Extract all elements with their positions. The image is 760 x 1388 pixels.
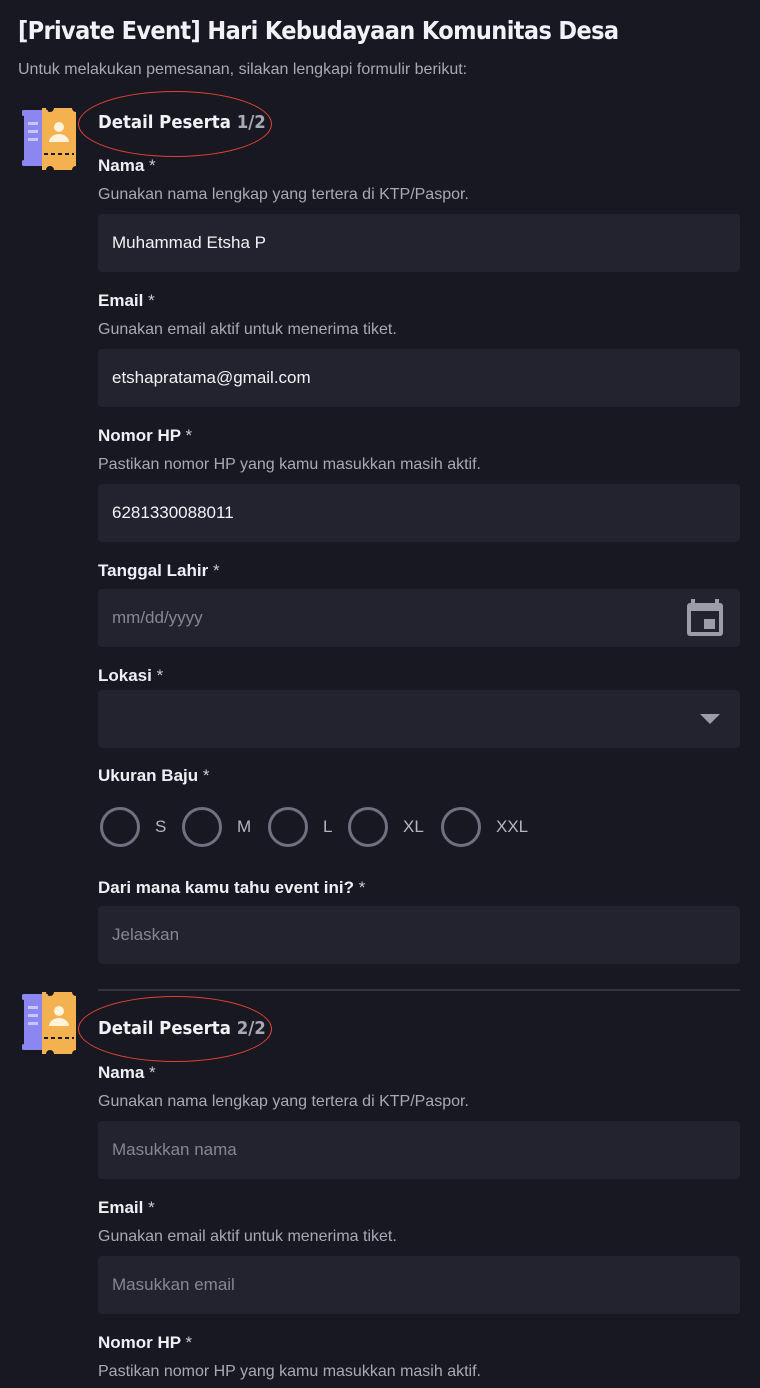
- required-mark: *: [148, 291, 155, 310]
- phone-label-text: Nomor HP: [98, 1333, 181, 1352]
- page-title: [Private Event] Hari Kebudayaan Komunita…: [18, 16, 619, 45]
- source-input[interactable]: Jelaskan: [98, 906, 740, 964]
- required-mark: *: [212, 561, 220, 580]
- name-input[interactable]: Muhammad Etsha P: [98, 214, 740, 272]
- calendar-icon[interactable]: [686, 597, 724, 637]
- annotation-circle: [78, 996, 272, 1062]
- name-hint: Gunakan nama lengkap yang tertera di KTP…: [98, 186, 469, 203]
- phone-input[interactable]: 6281330088011: [98, 484, 740, 542]
- email-label-text: Email: [98, 291, 144, 310]
- radio-circle[interactable]: [441, 807, 481, 847]
- email-input[interactable]: etshapratama@gmail.com: [98, 349, 740, 407]
- radio-label: XL: [403, 817, 424, 836]
- phone-hint: Pastikan nomor HP yang kamu masukkan mas…: [98, 456, 481, 473]
- name-label-text: Nama: [98, 156, 145, 175]
- birthdate-input[interactable]: mm/dd/yyyy: [98, 589, 740, 647]
- source-placeholder: Jelaskan: [112, 925, 180, 944]
- location-label: Lokasi *: [98, 666, 163, 686]
- required-mark: *: [149, 156, 156, 175]
- source-label: Dari mana kamu tahu event ini? *: [98, 878, 365, 898]
- dropdown-arrow-icon: [700, 714, 720, 724]
- email-label-text: Email: [98, 1198, 144, 1217]
- email-label: Email *: [98, 291, 155, 311]
- ticket-icon: [22, 992, 76, 1054]
- location-select[interactable]: [98, 690, 740, 748]
- name-placeholder: Masukkan nama: [112, 1140, 237, 1159]
- required-mark: *: [148, 1198, 155, 1217]
- radio-circle[interactable]: [268, 807, 308, 847]
- shirt-size-label-text: Ukuran Baju: [98, 766, 199, 785]
- source-label-text: Dari mana kamu tahu event ini?: [98, 878, 355, 897]
- email-label: Email *: [98, 1198, 155, 1218]
- annotation-circle: [78, 91, 272, 157]
- radio-circle[interactable]: [100, 807, 140, 847]
- required-mark: *: [202, 766, 210, 785]
- name-label: Nama *: [98, 156, 156, 176]
- phone-input-value: 6281330088011: [112, 503, 234, 522]
- radio-label: M: [237, 817, 252, 836]
- radio-circle[interactable]: [182, 807, 222, 847]
- shirt-size-label: Ukuran Baju *: [98, 766, 210, 786]
- email-placeholder: Masukkan email: [112, 1275, 235, 1294]
- birthdate-placeholder: mm/dd/yyyy: [112, 608, 203, 627]
- birthdate-label: Tanggal Lahir *: [98, 561, 220, 581]
- radio-label: S: [155, 817, 167, 836]
- required-mark: *: [149, 1063, 156, 1082]
- radio-circle[interactable]: [348, 807, 388, 847]
- email-input-value: etshapratama@gmail.com: [112, 368, 311, 387]
- location-label-text: Lokasi: [98, 666, 152, 685]
- required-mark: *: [156, 666, 164, 685]
- phone-label-text: Nomor HP: [98, 426, 181, 445]
- required-mark: *: [358, 878, 366, 897]
- name-label-text: Nama: [98, 1063, 145, 1082]
- birthdate-label-text: Tanggal Lahir: [98, 561, 209, 580]
- email-input[interactable]: Masukkan email: [98, 1256, 740, 1314]
- required-mark: *: [185, 1333, 193, 1352]
- ticket-icon: [22, 108, 76, 170]
- page-subtitle: Untuk melakukan pemesanan, silakan lengk…: [18, 61, 468, 78]
- name-input[interactable]: Masukkan nama: [98, 1121, 740, 1179]
- radio-label: L: [323, 817, 333, 836]
- name-hint: Gunakan nama lengkap yang tertera di KTP…: [98, 1093, 469, 1110]
- radio-label: XXL: [496, 817, 529, 836]
- name-input-value: Muhammad Etsha P: [112, 233, 267, 252]
- required-mark: *: [185, 426, 193, 445]
- email-hint: Gunakan email aktif untuk menerima tiket…: [98, 321, 397, 338]
- phone-hint: Pastikan nomor HP yang kamu masukkan mas…: [98, 1363, 481, 1380]
- email-hint: Gunakan email aktif untuk menerima tiket…: [98, 1228, 397, 1245]
- phone-label: Nomor HP *: [98, 426, 192, 446]
- name-label: Nama *: [98, 1063, 156, 1083]
- phone-label: Nomor HP *: [98, 1333, 192, 1353]
- section-divider: [98, 989, 740, 991]
- shirt-size-radio-group: S M L XL XXL: [98, 805, 740, 849]
